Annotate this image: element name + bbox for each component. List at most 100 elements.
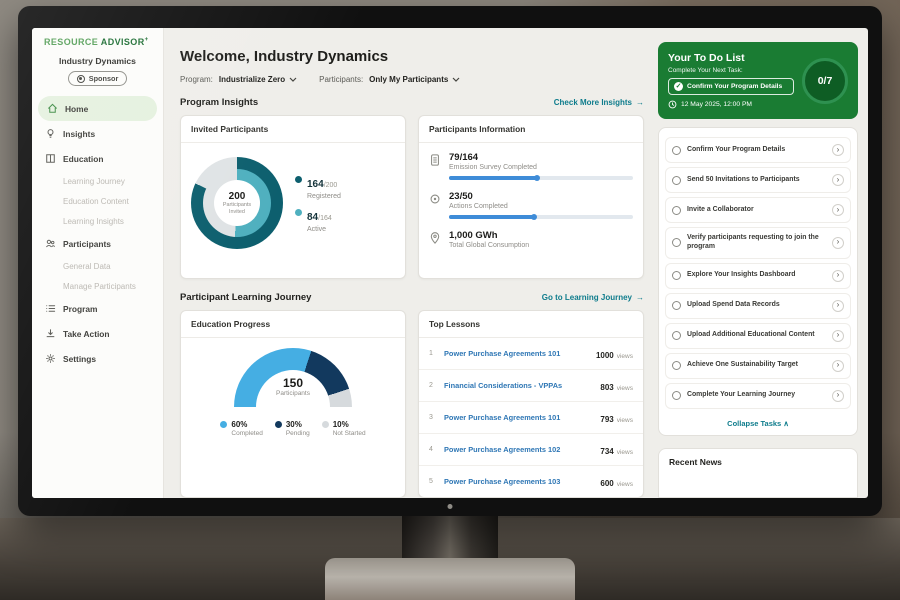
go-to-learning-journey-link[interactable]: Go to Learning Journey → bbox=[542, 293, 644, 302]
sidebar-item-insights[interactable]: Insights bbox=[32, 121, 163, 146]
donut-legend: 164/200 Registered 84/164 Active bbox=[295, 167, 341, 240]
gauge-legend: 60%Completed 30%Pending 10%Not Started bbox=[220, 420, 365, 437]
chevron-right-icon[interactable]: › bbox=[832, 174, 844, 186]
card-title: Education Progress bbox=[181, 311, 405, 338]
organization-name: Industry Dynamics bbox=[32, 56, 163, 66]
target-icon bbox=[429, 192, 441, 206]
chevron-right-icon[interactable]: › bbox=[832, 360, 844, 372]
sidebar-item-education-content[interactable]: Education Content bbox=[32, 191, 163, 211]
legend-dot-active bbox=[295, 209, 302, 216]
chevron-up-icon: ∧ bbox=[783, 419, 789, 428]
education-progress-card: Education Progress 150 Participants bbox=[180, 310, 406, 498]
dashboard-screen: RESOURCE ADVISOR+ Industry Dynamics Spon… bbox=[32, 28, 868, 498]
lesson-link[interactable]: Financial Considerations - VPPAs bbox=[444, 381, 592, 390]
participants-information-card: Participants Information 79/164 Emission… bbox=[418, 115, 644, 279]
participants-select[interactable]: Only My Participants bbox=[369, 75, 460, 84]
recent-news-card: Recent News bbox=[658, 448, 858, 498]
lesson-link[interactable]: Power Purchase Agreements 101 bbox=[444, 349, 588, 358]
consumption-row: 1,000 GWh Total Global Consumption bbox=[419, 221, 643, 251]
sidebar-item-education[interactable]: Education bbox=[32, 146, 163, 171]
checkbox-icon[interactable] bbox=[672, 238, 681, 247]
chevron-right-icon[interactable]: › bbox=[832, 390, 844, 402]
todo-summary-card: Your To Do List Complete Your Next Task:… bbox=[658, 42, 858, 119]
arrow-right-icon: → bbox=[636, 98, 644, 107]
gear-icon bbox=[44, 353, 56, 365]
invited-participants-card: Invited Participants 200 Participants In… bbox=[180, 115, 406, 279]
task-item[interactable]: Explore Your Insights Dashboard › bbox=[665, 263, 851, 289]
task-item[interactable]: Send 50 Invitations to Participants › bbox=[665, 167, 851, 193]
task-item[interactable]: Upload Spend Data Records › bbox=[665, 293, 851, 319]
lesson-row: 3 Power Purchase Agreements 101 793views bbox=[419, 402, 643, 434]
download-icon bbox=[44, 328, 56, 340]
legend-completed: 60%Completed bbox=[220, 420, 262, 437]
learning-journey-header: Participant Learning Journey Go to Learn… bbox=[180, 292, 644, 303]
main-content: Welcome, Industry Dynamics Program: Indu… bbox=[164, 28, 656, 498]
program-select[interactable]: Industrialize Zero bbox=[219, 75, 297, 84]
sidebar-item-learning-insights[interactable]: Learning Insights bbox=[32, 211, 163, 231]
legend-active: 84/164 Active bbox=[295, 207, 341, 233]
chevron-right-icon[interactable]: › bbox=[832, 330, 844, 342]
program-filter-label: Program: bbox=[180, 75, 213, 84]
checkbox-icon[interactable] bbox=[672, 391, 681, 400]
actions-completed-row: 23/50 Actions Completed bbox=[419, 182, 643, 221]
active-donut-ring: 200 Participants Invited bbox=[203, 169, 271, 237]
checkbox-icon[interactable] bbox=[672, 271, 681, 280]
task-item[interactable]: Upload Additional Educational Content › bbox=[665, 323, 851, 349]
chevron-right-icon[interactable]: › bbox=[832, 237, 844, 249]
legend-registered: 164/200 Registered bbox=[295, 174, 341, 200]
legend-not-started: 10%Not Started bbox=[322, 420, 366, 437]
collapse-tasks-link[interactable]: Collapse Tasks ∧ bbox=[665, 413, 851, 433]
gauge-center: 150 Participants bbox=[234, 376, 352, 397]
sidebar-item-manage-participants[interactable]: Manage Participants bbox=[32, 276, 163, 296]
sidebar-item-program[interactable]: Program bbox=[32, 296, 163, 321]
task-item[interactable]: Verify participants requesting to join t… bbox=[665, 227, 851, 259]
checkbox-icon[interactable] bbox=[672, 176, 681, 185]
checkbox-icon[interactable] bbox=[672, 301, 681, 310]
clock-icon bbox=[668, 100, 677, 109]
donut-center: 200 Participants Invited bbox=[214, 180, 260, 226]
book-icon bbox=[44, 153, 56, 165]
brand-logo[interactable]: RESOURCE ADVISOR+ bbox=[32, 37, 163, 47]
task-item[interactable]: Complete Your Learning Journey › bbox=[665, 383, 851, 409]
chevron-right-icon[interactable]: › bbox=[832, 144, 844, 156]
chevron-right-icon[interactable]: › bbox=[832, 270, 844, 282]
clipboard-icon bbox=[429, 153, 441, 167]
sponsor-badge: Sponsor bbox=[68, 71, 128, 86]
card-title: Top Lessons bbox=[419, 311, 643, 338]
checkbox-icon[interactable] bbox=[672, 361, 681, 370]
sidebar-item-participants[interactable]: Participants bbox=[32, 231, 163, 256]
monitor-stand-neck bbox=[402, 512, 498, 564]
participants-filter-label: Participants: bbox=[319, 75, 363, 84]
checkbox-icon[interactable] bbox=[672, 146, 681, 155]
page-title: Welcome, Industry Dynamics bbox=[180, 48, 644, 65]
checkbox-icon[interactable] bbox=[672, 331, 681, 340]
education-gauge-chart: 150 Participants bbox=[234, 348, 352, 408]
chevron-down-icon bbox=[289, 77, 297, 82]
legend-pending: 30%Pending bbox=[275, 420, 310, 437]
check-more-insights-link[interactable]: Check More Insights → bbox=[554, 98, 644, 107]
top-lessons-card: Top Lessons 1 Power Purchase Agreements … bbox=[418, 310, 644, 498]
task-item[interactable]: Confirm Your Program Details › bbox=[665, 137, 851, 163]
sidebar-item-settings[interactable]: Settings bbox=[32, 346, 163, 371]
check-icon: ✓ bbox=[674, 82, 683, 91]
task-item[interactable]: Invite a Collaborator › bbox=[665, 197, 851, 223]
lesson-row: 5 Power Purchase Agreements 103 600views bbox=[419, 466, 643, 497]
task-item[interactable]: Achieve One Sustainability Target › bbox=[665, 353, 851, 379]
monitor-bezel: RESOURCE ADVISOR+ Industry Dynamics Spon… bbox=[18, 6, 882, 516]
lesson-link[interactable]: Power Purchase Agreements 102 bbox=[444, 445, 592, 454]
lightbulb-icon bbox=[44, 128, 56, 140]
monitor-stand-base bbox=[325, 558, 575, 600]
checkbox-icon[interactable] bbox=[672, 206, 681, 215]
lesson-link[interactable]: Power Purchase Agreements 103 bbox=[444, 477, 592, 486]
chevron-right-icon[interactable]: › bbox=[832, 204, 844, 216]
next-task-pill[interactable]: ✓ Confirm Your Program Details bbox=[668, 78, 794, 95]
sidebar-item-take-action[interactable]: Take Action bbox=[32, 321, 163, 346]
todo-title: Your To Do List bbox=[668, 52, 794, 64]
sidebar-item-home[interactable]: Home bbox=[38, 96, 157, 121]
lesson-link[interactable]: Power Purchase Agreements 101 bbox=[444, 413, 592, 422]
sidebar-item-general-data[interactable]: General Data bbox=[32, 256, 163, 276]
lesson-row: 4 Power Purchase Agreements 102 734views bbox=[419, 434, 643, 466]
sidebar-item-learning-journey[interactable]: Learning Journey bbox=[32, 171, 163, 191]
chevron-right-icon[interactable]: › bbox=[832, 300, 844, 312]
sidebar: RESOURCE ADVISOR+ Industry Dynamics Spon… bbox=[32, 28, 164, 498]
